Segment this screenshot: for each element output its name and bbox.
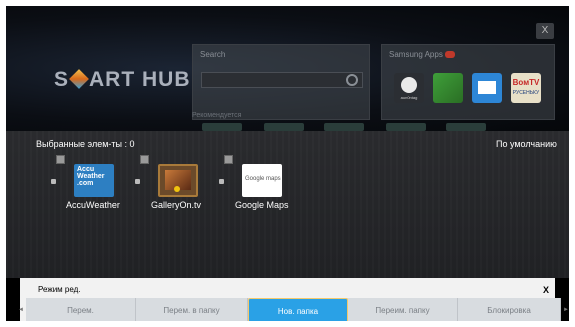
sort-default-button[interactable]: По умолчанию (496, 139, 557, 149)
item-checkbox[interactable] (224, 155, 233, 164)
app-tile[interactable]: ВомТV РУСЕНЬКУ (511, 73, 541, 103)
logo-gem-icon (69, 69, 89, 89)
new-badge-icon (444, 51, 455, 59)
app-tile[interactable]: aun0ntag (394, 73, 424, 103)
item-name: AccuWeather (66, 200, 120, 210)
recommended-item[interactable] (446, 123, 486, 131)
selected-count: Выбранные элем-ты : 0 (36, 139, 135, 149)
item-name: Google Maps (235, 200, 289, 210)
app-icon (401, 77, 417, 93)
smart-hub-logo: S ART HUB (54, 68, 191, 92)
samsung-apps-title: Samsung Apps (389, 50, 455, 59)
app-tile[interactable] (472, 73, 502, 103)
scroll-right-icon[interactable]: ► (563, 298, 569, 321)
gallery-icon (158, 164, 198, 197)
app-label: ВомТV (512, 78, 540, 87)
item-name: GalleryOn.tv (151, 200, 202, 210)
smart-hub-top-panel: X S ART HUB Search Рекомендуется Samsung … (6, 6, 569, 131)
smart-hub-screen: X S ART HUB Search Рекомендуется Samsung … (6, 6, 569, 321)
lock-icon (135, 179, 140, 184)
recommended-item[interactable] (324, 123, 364, 131)
samsung-apps-panel[interactable]: Samsung Apps aun0ntag ВомТV РУСЕНЬКУ (381, 44, 555, 120)
logo-text: ART HUB (89, 68, 191, 91)
app-sublabel: РУСЕНЬКУ (512, 90, 540, 96)
search-panel[interactable]: Search (192, 44, 370, 120)
edit-mode-title: Режим ред. (38, 285, 81, 294)
close-button[interactable]: X (536, 23, 554, 39)
rename-folder-button[interactable]: Переим. папку (348, 298, 458, 321)
google-maps-icon: Google maps (242, 164, 282, 197)
recommended-item[interactable] (202, 123, 242, 131)
app-tile[interactable] (433, 73, 463, 103)
move-button[interactable]: Перем. (26, 298, 136, 321)
recommended-item[interactable] (264, 123, 304, 131)
app-label: aun0ntag (400, 95, 418, 100)
item-checkbox[interactable] (56, 155, 65, 164)
mail-icon (478, 81, 496, 94)
logo-letter: S (54, 68, 70, 91)
edit-mode-close-button[interactable]: X (543, 285, 549, 295)
new-folder-button[interactable]: Нов. папка (248, 298, 348, 321)
lock-icon (219, 179, 224, 184)
move-to-folder-button[interactable]: Перем. в папку (136, 298, 248, 321)
search-icon (346, 74, 358, 86)
scroll-left-icon[interactable]: ◄ (18, 298, 24, 321)
recommended-label: Рекомендуется (192, 112, 242, 119)
search-title: Search (200, 50, 226, 59)
lock-button[interactable]: Блокировка (458, 298, 561, 321)
search-input[interactable] (201, 72, 363, 88)
lock-icon (51, 179, 56, 184)
accuweather-icon: Accu Weather .com (74, 164, 114, 197)
recommended-item[interactable] (386, 123, 426, 131)
edit-toolbar: Перем. Перем. в папку Нов. папка Переим.… (26, 298, 561, 321)
item-checkbox[interactable] (140, 155, 149, 164)
